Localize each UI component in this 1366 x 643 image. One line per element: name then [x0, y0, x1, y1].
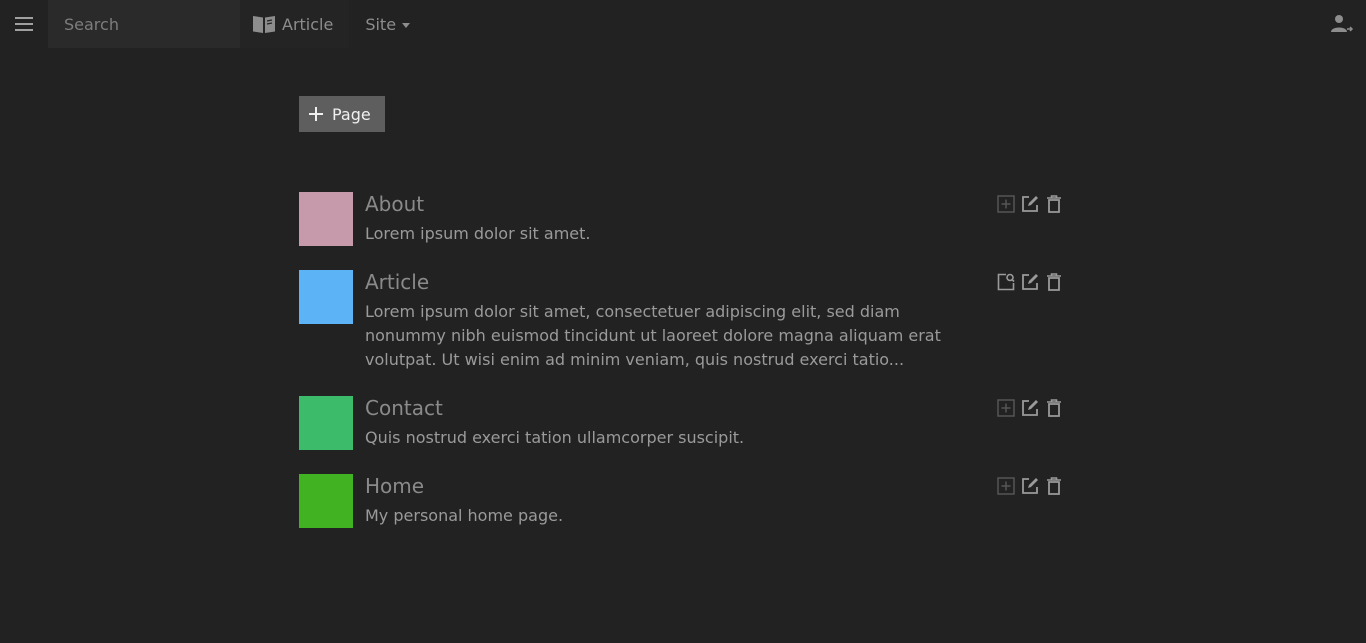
trash-icon — [1047, 399, 1061, 417]
add-subpage-button[interactable] — [996, 398, 1016, 418]
menu-button[interactable] — [0, 0, 48, 48]
add-box-icon — [997, 477, 1015, 495]
top-bar: Article Site — [0, 0, 1366, 48]
trash-icon — [1047, 273, 1061, 291]
trash-icon — [1047, 477, 1061, 495]
site-dropdown[interactable]: Site — [349, 0, 426, 48]
user-account-button[interactable] — [1328, 12, 1356, 36]
delete-page-button[interactable] — [1044, 398, 1064, 418]
page-row: Home My personal home page. — [299, 474, 1069, 528]
hamburger-menu-icon — [15, 17, 33, 31]
page-thumbnail[interactable] — [299, 396, 353, 450]
user-arrow-icon — [1331, 15, 1354, 32]
page-actions — [996, 476, 1064, 496]
page-row: Article Lorem ipsum dolor sit amet, cons… — [299, 270, 1069, 372]
add-page-label: Page — [332, 104, 371, 124]
add-subpage-button[interactable] — [996, 476, 1016, 496]
delete-page-button[interactable] — [1044, 194, 1064, 214]
page-thumbnail[interactable] — [299, 474, 353, 528]
trash-icon — [1047, 195, 1061, 213]
delete-page-button[interactable] — [1044, 476, 1064, 496]
article-nav-label: Article — [282, 14, 334, 34]
site-dropdown-label: Site — [365, 14, 397, 34]
page-info: Contact Quis nostrud exerci tation ullam… — [365, 396, 955, 450]
edit-page-button[interactable] — [1020, 272, 1040, 292]
edit-icon — [1022, 196, 1038, 212]
add-subpage-button[interactable] — [996, 194, 1016, 214]
add-page-button[interactable]: Page — [299, 96, 385, 132]
edit-icon — [1022, 400, 1038, 416]
page-description: Lorem ipsum dolor sit amet, consectetuer… — [365, 302, 941, 369]
add-box-icon — [997, 399, 1015, 417]
search-input[interactable] — [48, 0, 240, 48]
page-title[interactable]: Article — [365, 270, 955, 294]
add-box-icon — [997, 195, 1015, 213]
page-title[interactable]: About — [365, 192, 955, 216]
page-info: Home My personal home page. — [365, 474, 955, 528]
page-actions — [996, 194, 1064, 214]
page-description: My personal home page. — [365, 506, 564, 525]
page-actions — [996, 398, 1064, 418]
page-description: Quis nostrud exerci tation ullamcorper s… — [365, 428, 745, 447]
page-title[interactable]: Contact — [365, 396, 955, 420]
browse-subpages-button[interactable] — [996, 272, 1016, 292]
open-book-icon — [253, 16, 275, 33]
page-row: Contact Quis nostrud exerci tation ullam… — [299, 396, 1069, 450]
page-thumbnail[interactable] — [299, 192, 353, 246]
page-thumbnail[interactable] — [299, 270, 353, 324]
page-row: About Lorem ipsum dolor sit amet. — [299, 192, 1069, 246]
page-search-icon — [997, 273, 1015, 291]
delete-page-button[interactable] — [1044, 272, 1064, 292]
caret-down-icon — [402, 22, 411, 28]
edit-page-button[interactable] — [1020, 194, 1040, 214]
plus-icon — [309, 107, 323, 121]
edit-icon — [1022, 478, 1038, 494]
page-list: About Lorem ipsum dolor sit amet. Articl… — [299, 192, 1069, 552]
edit-page-button[interactable] — [1020, 398, 1040, 418]
page-description: Lorem ipsum dolor sit amet. — [365, 224, 591, 243]
page-title[interactable]: Home — [365, 474, 955, 498]
page-info: About Lorem ipsum dolor sit amet. — [365, 192, 955, 246]
edit-page-button[interactable] — [1020, 476, 1040, 496]
page-info: Article Lorem ipsum dolor sit amet, cons… — [365, 270, 955, 372]
article-nav-button[interactable]: Article — [240, 0, 350, 48]
page-actions — [996, 272, 1064, 292]
edit-icon — [1022, 274, 1038, 290]
